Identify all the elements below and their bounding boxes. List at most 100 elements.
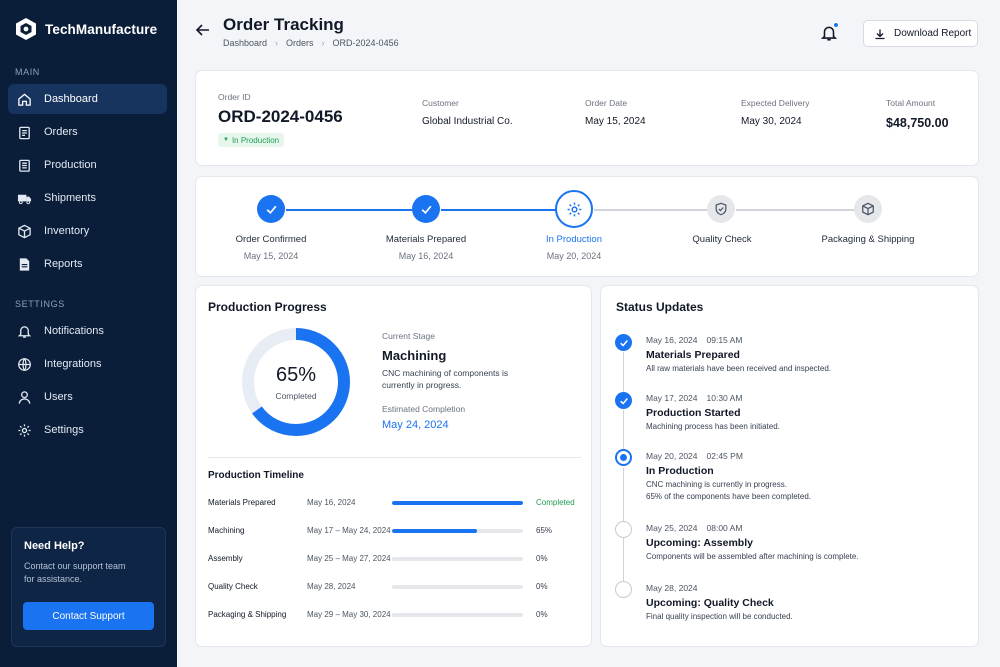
update-timestamp: May 20, 2024 02:45 PM: [646, 451, 743, 461]
timeline-stage-status: 0%: [536, 610, 548, 619]
order-summary-card: Order ID ORD-2024-0456 ▼ In Production C…: [195, 70, 979, 166]
breadcrumb-orders[interactable]: Orders: [286, 38, 314, 48]
update-date: May 28, 2024: [646, 583, 698, 593]
update-timestamp: May 16, 2024 09:15 AM: [646, 335, 742, 345]
current-stage-label: Current Stage: [382, 331, 435, 341]
update-date: May 17, 2024: [646, 393, 698, 403]
timeline-progress-track: [392, 501, 523, 505]
help-text: Contact our support team for assistance.: [24, 561, 126, 584]
sidebar-item-notifications[interactable]: Notifications: [8, 316, 167, 346]
step-shield-icon: [707, 195, 735, 223]
status-updates-title: Status Updates: [616, 300, 704, 314]
sidebar-item-reports[interactable]: Reports: [8, 249, 167, 279]
step-name-current: In Production: [546, 234, 602, 245]
contact-support-button[interactable]: Contact Support: [23, 602, 154, 630]
timeline-stage-name: Machining: [208, 526, 245, 535]
download-report-label: Download Report: [894, 28, 972, 39]
timeline-stage-dates: May 17 – May 24, 2024: [307, 526, 391, 535]
sidebar-item-label: Settings: [44, 424, 84, 436]
clipboard-icon: [19, 126, 30, 139]
brand[interactable]: TechManufacture: [15, 16, 157, 42]
help-title: Need Help?: [24, 540, 85, 552]
timeline-connector: [623, 534, 624, 582]
breadcrumb-dashboard[interactable]: Dashboard: [223, 38, 267, 48]
status-badge-label: In Production: [231, 135, 280, 145]
caret-down-icon: ▼: [223, 137, 229, 143]
production-progress-title: Production Progress: [208, 300, 327, 314]
breadcrumb-current: ORD-2024-0456: [332, 38, 399, 48]
timeline-progress-fill: [392, 529, 478, 533]
sidebar-item-integrations[interactable]: Integrations: [8, 349, 167, 379]
customer-label: Customer: [422, 98, 459, 108]
timeline-connector: [623, 468, 624, 523]
step-connector: [286, 209, 426, 211]
factory-icon: [19, 159, 30, 172]
estimated-completion-label: Estimated Completion: [382, 404, 466, 414]
timeline-stage-status: 0%: [536, 554, 548, 563]
sidebar-item-orders[interactable]: Orders: [8, 117, 167, 147]
section-label-settings: SETTINGS: [15, 299, 65, 309]
update-timestamp: May 17, 2024 10:30 AM: [646, 393, 742, 403]
sidebar-item-label: Reports: [44, 258, 83, 270]
timeline-stage-dates: May 16, 2024: [307, 498, 356, 507]
sidebar-item-production[interactable]: Production: [8, 150, 167, 180]
document-icon: [19, 257, 30, 271]
step-date: May 16, 2024: [398, 251, 454, 261]
step-name: Materials Prepared: [385, 234, 467, 245]
timeline-row: Materials Prepared May 16, 2024 Complete…: [208, 496, 581, 510]
sidebar-item-inventory[interactable]: Inventory: [8, 216, 167, 246]
timeline-stage-dates: May 25 – May 27, 2024: [307, 554, 391, 563]
sidebar-item-shipments[interactable]: Shipments: [8, 183, 167, 213]
step-box-icon: [854, 195, 882, 223]
update-title: Upcoming: Assembly: [646, 537, 753, 549]
update-date: May 25, 2024: [646, 523, 698, 533]
status-badge: ▼ In Production: [218, 133, 285, 147]
download-report-button[interactable]: Download Report: [863, 20, 978, 47]
sidebar-item-settings[interactable]: Settings: [8, 415, 167, 445]
status-current-dot-icon: [615, 449, 632, 466]
update-date: May 16, 2024: [646, 335, 698, 345]
order-date-label: Order Date: [585, 98, 628, 108]
order-id-label: Order ID: [218, 92, 251, 102]
download-icon: [875, 29, 885, 39]
help-card: Need Help? Contact our support team for …: [11, 527, 166, 647]
order-date-value: May 15, 2024: [585, 116, 646, 127]
home-icon: [18, 92, 31, 106]
sidebar-item-label: Inventory: [44, 225, 90, 237]
timeline-stage-dates: May 28, 2024: [307, 582, 356, 591]
update-title: Production Started: [646, 407, 741, 419]
timeline-row: Machining May 17 – May 24, 2024 65%: [208, 524, 581, 538]
update-time: 10:30 AM: [706, 393, 743, 403]
back-arrow-icon[interactable]: [195, 22, 211, 38]
globe-icon: [18, 357, 31, 371]
chevron-right-icon: ›: [321, 38, 325, 48]
step-name: Packaging & Shipping: [821, 234, 915, 245]
status-check-icon: [615, 334, 632, 351]
production-timeline-title: Production Timeline: [208, 470, 304, 481]
update-description: Machining process has been initiated.: [646, 422, 780, 431]
update-timestamp: May 28, 2024: [646, 583, 698, 593]
update-description: Final quality inspection will be conduct…: [646, 612, 793, 621]
sidebar-item-label: Dashboard: [44, 93, 98, 105]
timeline-stage-status: Completed: [536, 498, 575, 507]
step-name: Order Confirmed: [235, 234, 307, 245]
update-timestamp: May 25, 2024 08:00 AM: [646, 523, 742, 533]
sidebar-item-users[interactable]: Users: [8, 382, 167, 412]
timeline-stage-dates: May 29 – May 30, 2024: [307, 610, 391, 619]
step-check-icon: [257, 195, 285, 223]
sidebar-item-label: Integrations: [44, 358, 102, 370]
step-name: Quality Check: [692, 234, 752, 245]
timeline-row: Packaging & Shipping May 29 – May 30, 20…: [208, 608, 581, 622]
progress-completed-label: Completed: [275, 391, 317, 401]
step-check-icon: [412, 195, 440, 223]
order-stepper-card: Order Confirmed May 15, 2024 Materials P…: [195, 176, 979, 277]
sidebar-item-dashboard[interactable]: Dashboard: [8, 84, 167, 114]
timeline-stage-status: 65%: [536, 526, 553, 535]
chevron-right-icon: ›: [275, 38, 279, 48]
update-time: 09:15 AM: [706, 335, 743, 345]
timeline-stage-name: Quality Check: [208, 582, 258, 591]
update-time: 02:45 PM: [706, 451, 743, 461]
current-stage-description: CNC machining of components is currently…: [382, 368, 509, 390]
sidebar: TechManufacture MAIN Dashboard Orders Pr…: [0, 0, 177, 667]
status-pending-dot-icon: [615, 581, 632, 598]
